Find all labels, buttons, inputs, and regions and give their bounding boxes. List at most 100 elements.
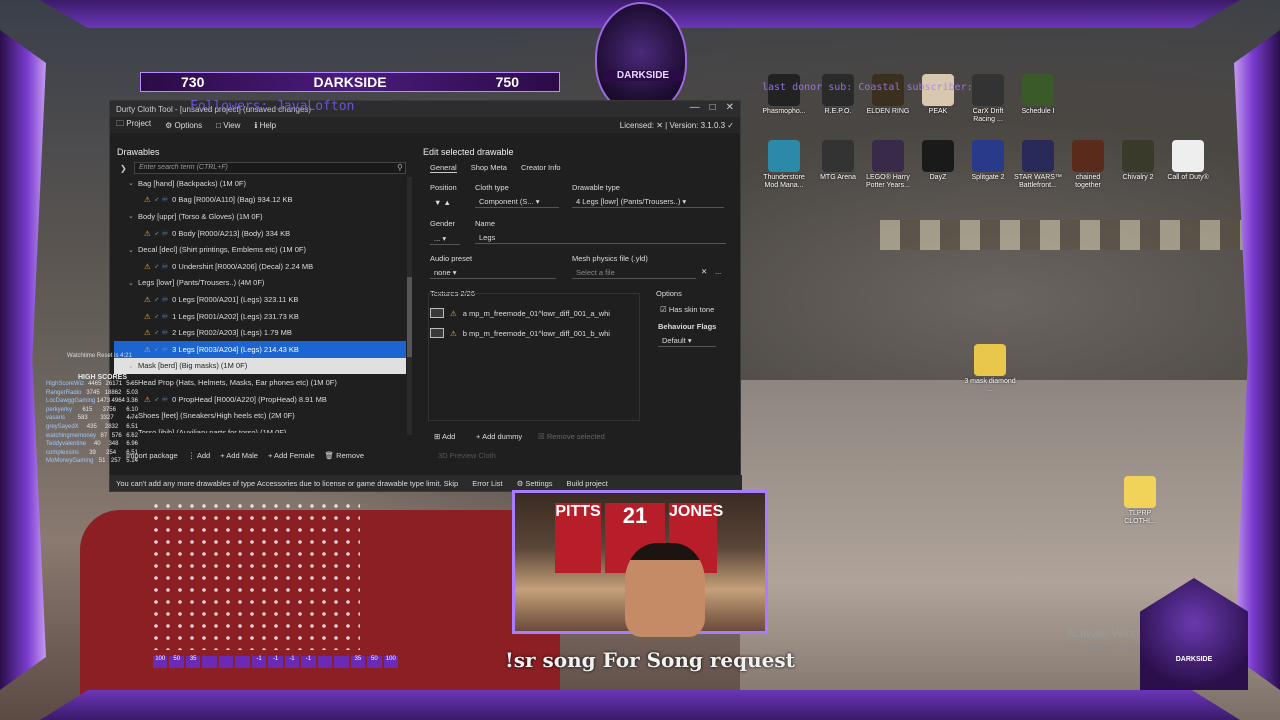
desktop-icon[interactable]: ELDEN RING bbox=[862, 74, 914, 116]
tree-group[interactable]: ⌄ Head Prop (Hats, Helmets, Masks, Ear ph… bbox=[114, 374, 406, 391]
score-row: MoMoneyGaming 51 257 5.14 bbox=[46, 458, 138, 467]
tab-general[interactable]: General bbox=[430, 163, 457, 173]
tree-group[interactable]: ⌄ Body [uppr] (Torso & Gloves) (1M 0F) bbox=[114, 208, 406, 225]
tab-creator-info[interactable]: Creator Info bbox=[521, 163, 561, 173]
menu-options[interactable]: ⚙ Options bbox=[165, 121, 202, 130]
tree-scrollbar[interactable] bbox=[407, 177, 412, 435]
desktop-icon[interactable]: Splitgate 2 bbox=[962, 140, 1014, 182]
score-row: RangerRadio 3745 18862 5.03 bbox=[46, 390, 138, 399]
desktop-icon[interactable]: MTG Arena bbox=[812, 140, 864, 182]
clear-icon[interactable]: ✕ bbox=[701, 267, 707, 276]
chevron-down-icon[interactable]: ⌄ bbox=[128, 212, 138, 220]
cloth-type-select[interactable]: Component (S... ▾ bbox=[475, 196, 559, 208]
drawable-type-select[interactable]: 4 Legs [lowr] (Pants/Trousers..) ▾ bbox=[572, 196, 724, 208]
desktop-icon[interactable]: R.E.P.O. bbox=[812, 74, 864, 116]
desktop-icon[interactable]: STAR WARS™ Battlefront... bbox=[1012, 140, 1064, 189]
browse-button[interactable]: ... bbox=[715, 267, 721, 276]
settings-button[interactable]: ⚙ Settings bbox=[517, 479, 553, 488]
position-stepper[interactable]: ▼ ▲ bbox=[434, 198, 451, 207]
tree-item[interactable]: ⚠ ♂ ♾ 0 Bag [R000/A110] (Bag) 934.12 KB bbox=[114, 192, 406, 209]
chevron-down-icon[interactable]: ⌄ bbox=[128, 246, 138, 254]
desktop-icon[interactable]: chained together bbox=[1062, 140, 1114, 189]
tree-item[interactable]: ⚠ ♂ ♾ 0 Legs [R000/A201] (Legs) 323.11 KB bbox=[114, 291, 406, 308]
desktop-icon[interactable]: PEAK bbox=[912, 74, 964, 116]
preview-button[interactable]: 3D Preview Cloth bbox=[438, 451, 496, 460]
tree-group[interactable]: ⌄ Legs [lowr] (Pants/Trousers..) (4M 0F) bbox=[114, 275, 406, 292]
app-icon bbox=[1022, 74, 1054, 106]
mesh-physics-label: Mesh physics file (.yld) bbox=[572, 254, 648, 263]
meter-cell: 100 bbox=[383, 656, 399, 668]
tree-group[interactable]: ⌄ Mask [berd] (Big masks) (1M 0F) bbox=[114, 357, 406, 375]
tree-group[interactable]: ⌄ Torso [jbib] (Auxiliary parts for torso… bbox=[114, 424, 406, 433]
error-list-button[interactable]: Error List bbox=[472, 479, 502, 488]
add-texture-button[interactable]: ⊞ Add bbox=[434, 432, 455, 441]
icon-label: DayZ bbox=[929, 174, 947, 181]
app-icon bbox=[1022, 140, 1054, 172]
desktop-icon[interactable]: Schedule I bbox=[1012, 74, 1064, 116]
audio-preset-select[interactable]: none ▾ bbox=[430, 267, 556, 279]
maximize-icon[interactable]: □ bbox=[710, 102, 716, 113]
skin-tone-checkbox[interactable]: ☑ Has skin tone bbox=[660, 305, 714, 314]
score-cell: 40 bbox=[93, 441, 101, 448]
mesh-file-input[interactable]: Select a file bbox=[572, 267, 696, 279]
desktop-icon[interactable]: Call of Duty® bbox=[1162, 140, 1214, 182]
search-input[interactable]: Enter search term (CTRL+F) bbox=[134, 162, 406, 174]
texture-row[interactable]: ⚠ a mp_m_freemode_01^lowr_diff_001_a_whi bbox=[430, 305, 636, 321]
tree-group[interactable]: ⌄ Shoes [feet] (Sneakers/High heels etc) … bbox=[114, 407, 406, 424]
add-button[interactable]: ⋮ Add bbox=[188, 451, 211, 460]
gender-icon: ♂ ♾ bbox=[153, 195, 169, 205]
desktop-folder-mask[interactable]: 3 mask diamond ... bbox=[964, 344, 1016, 393]
remove-button[interactable]: 🗑 Remove bbox=[324, 451, 364, 460]
tree-label: 0 PropHead [R000/A220] (PropHead) 8.91 M… bbox=[172, 394, 327, 404]
menu-project[interactable]: 🗀 Project bbox=[116, 118, 151, 132]
tree-group[interactable]: ⌄ Bag [hand] (Backpacks) (1M 0F) bbox=[114, 175, 406, 192]
tree-label: Body [uppr] (Torso & Gloves) (1M 0F) bbox=[138, 211, 263, 221]
add-female-button[interactable]: + Add Female bbox=[268, 451, 315, 460]
name-field[interactable]: Legs bbox=[475, 232, 726, 244]
tree-item[interactable]: ⚠ ♂ ♾ 0 Body [R000/A213] (Body) 334 KB bbox=[114, 225, 406, 242]
tree-item[interactable]: ⚠ ♂ ♾ 0 PropHead [R000/A220] (PropHead) 8.… bbox=[114, 391, 406, 408]
add-dummy-button[interactable]: + Add dummy bbox=[476, 432, 522, 441]
desktop-icon[interactable]: LEGO® Harry Potter Years... bbox=[862, 140, 914, 189]
remove-selected-button[interactable]: ☒ Remove selected bbox=[538, 432, 605, 441]
tree-group[interactable]: ⌄ Decal [decl] (Shirt printings, Emblems … bbox=[114, 241, 406, 258]
status-message: You can't add any more drawables of type… bbox=[116, 478, 459, 488]
tree-item[interactable]: ⚠ ♂ ♾ 3 Legs [R003/A204] (Legs) 214.43 KB bbox=[114, 340, 406, 358]
close-icon[interactable]: ✕ bbox=[726, 102, 734, 113]
cloth-type-label: Cloth type bbox=[475, 183, 509, 192]
tree-item[interactable]: ⚠ ♂ ♾ 1 Legs [R001/A202] (Legs) 231.73 KB bbox=[114, 308, 406, 325]
minimize-icon[interactable]: — bbox=[690, 102, 700, 113]
street-lights bbox=[880, 220, 1280, 250]
build-project-button[interactable]: Build project bbox=[567, 479, 608, 488]
score-cell: 51 bbox=[98, 458, 106, 465]
behaviour-flags-select[interactable]: Default ▾ bbox=[658, 335, 716, 347]
gender-icon: ♂ ♾ bbox=[153, 344, 169, 354]
tree-item[interactable]: ⚠ ♂ ♾ 2 Legs [R002/A203] (Legs) 1.79 MB bbox=[114, 324, 406, 341]
chevron-right-icon[interactable]: ❯ bbox=[120, 164, 127, 173]
tree-label: 0 Undershirt [R000/A206] (Decal) 2.24 MB bbox=[172, 261, 314, 271]
add-male-button[interactable]: + Add Male bbox=[220, 451, 258, 460]
chevron-down-icon[interactable]: ⌄ bbox=[128, 179, 138, 187]
desktop-icon[interactable]: Thunderstore Mod Mana... bbox=[758, 140, 810, 189]
desktop-folder-tlprp[interactable]: TLPRP CLOTHI... bbox=[1114, 476, 1166, 525]
score-cell: 26171 bbox=[105, 381, 123, 387]
chevron-down-icon[interactable]: ⌄ bbox=[128, 279, 138, 287]
desktop-icon[interactable]: Chivalry 2 bbox=[1112, 140, 1164, 182]
search-icon[interactable]: ⚲ bbox=[397, 163, 403, 172]
score-cell: 6.51 bbox=[126, 449, 138, 456]
chevron-down-icon[interactable]: ⌄ bbox=[128, 362, 138, 370]
score-cell: 257 bbox=[110, 458, 121, 465]
tab-shop-meta[interactable]: Shop Meta bbox=[471, 163, 507, 173]
folder-label: 3 mask diamond ... bbox=[964, 378, 1016, 393]
score-row: LocDawggGaming 1473 4964 3.36 bbox=[46, 398, 138, 407]
tree-item[interactable]: ⚠ ♂ ♾ 0 Undershirt [R000/A206] (Decal) 2.2… bbox=[114, 258, 406, 275]
tree-label: Head Prop (Hats, Helmets, Masks, Ear pho… bbox=[138, 377, 337, 387]
score-cell: 5.65 bbox=[126, 381, 138, 387]
gender-select[interactable]: ... ▾ bbox=[430, 233, 460, 245]
desktop-icon[interactable]: Phasmopho... bbox=[758, 74, 810, 116]
score-cell: 583 bbox=[77, 415, 88, 422]
menu-help[interactable]: ℹ Help bbox=[254, 121, 276, 130]
desktop-icon[interactable]: DayZ bbox=[912, 140, 964, 182]
texture-row[interactable]: ⚠ b mp_m_freemode_01^lowr_diff_001_b_whi bbox=[430, 325, 636, 341]
menu-view[interactable]: □ View bbox=[216, 121, 240, 130]
